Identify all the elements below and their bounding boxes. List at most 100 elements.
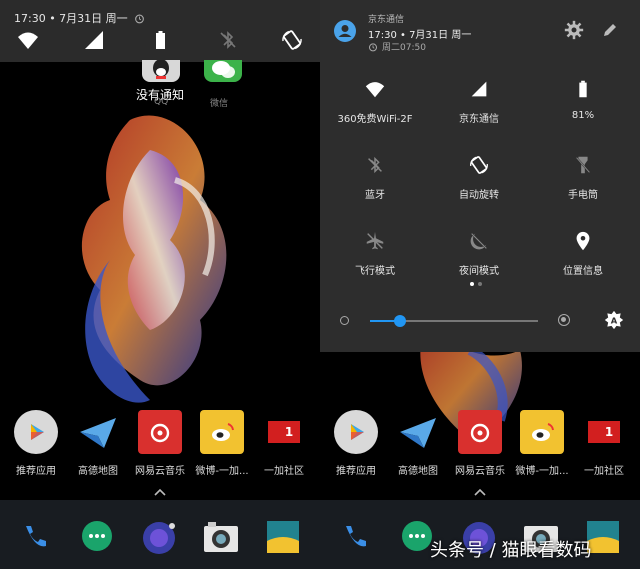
app-netease-music[interactable]: 网易云音乐 — [450, 410, 510, 477]
quick-settings-header: 京东通信 17:30 • 7月31日 周一 周二07:50 — [320, 0, 640, 60]
app-weibo[interactable]: 微博-一加... — [512, 410, 572, 477]
camera-icon[interactable] — [202, 518, 240, 556]
tile-auto-rotate[interactable]: 自动旋转 — [426, 154, 532, 214]
tile-flashlight[interactable]: 手电筒 — [530, 154, 636, 214]
app-oneplus-community[interactable]: 1 一加社区 — [574, 410, 634, 477]
home-screen-right: 推荐应用 高德地图 网易云音乐 微博-一加... 1 一加社区 京东通信 17:… — [320, 0, 640, 569]
tile-label: 京东通信 — [459, 114, 499, 125]
svg-text:A: A — [611, 315, 618, 325]
alarm-time: 周二07:50 — [382, 43, 426, 53]
status-bar-header: 17:30 • 7月31日 周一 — [0, 0, 320, 62]
wallpaper-swirl — [81, 115, 227, 403]
phone-icon[interactable] — [16, 518, 54, 556]
app-label: 推荐应用 — [336, 466, 376, 477]
location-icon — [576, 231, 590, 251]
flashlight-off-icon — [575, 156, 591, 174]
time-date-text: 17:30 • 7月31日 周一 — [14, 12, 128, 25]
gear-icon[interactable] — [564, 20, 584, 40]
app-oneplus-community[interactable]: 1 一加社区 — [254, 410, 314, 477]
tile-night-mode[interactable]: 夜间模式 — [426, 230, 532, 290]
app-recommended[interactable]: 推荐应用 — [6, 410, 66, 477]
oneplus-community-icon: 1 — [262, 410, 306, 454]
wifi-icon — [365, 82, 385, 98]
auto-rotate-icon — [470, 156, 488, 174]
tile-battery[interactable]: 81% — [530, 78, 636, 138]
wechat-app-icon[interactable] — [204, 60, 242, 82]
tile-label: 360免费WiFi-2F — [337, 114, 413, 125]
brightness-slider-thumb[interactable] — [394, 315, 407, 327]
app-label: 一加社区 — [264, 466, 304, 477]
alarm-icon — [369, 42, 377, 51]
recommended-apps-icon — [14, 410, 58, 454]
dock — [0, 500, 320, 569]
app-label: 微博-一加... — [195, 466, 249, 477]
app-weibo[interactable]: 微博-一加... — [192, 410, 252, 477]
tile-label: 自动旋转 — [459, 190, 499, 201]
tile-label: 81% — [571, 110, 595, 121]
signal-icon[interactable] — [82, 28, 106, 52]
tile-label: 手电筒 — [568, 190, 598, 201]
chevron-up-icon[interactable] — [153, 487, 167, 497]
tile-bluetooth[interactable]: 蓝牙 — [322, 154, 428, 214]
status-time-date: 17:30 • 7月31日 周一 — [14, 10, 145, 26]
quick-settings-panel: 京东通信 17:30 • 7月31日 周一 周二07:50 360免费WiFi-… — [320, 0, 640, 352]
tile-cellular[interactable]: 京东通信 — [426, 78, 532, 138]
auto-brightness-icon[interactable]: A — [604, 310, 624, 330]
bluetooth-off-icon — [368, 156, 382, 174]
community-badge: 1 — [604, 425, 614, 439]
community-badge: 1 — [284, 425, 294, 439]
app-recommended[interactable]: 推荐应用 — [326, 410, 386, 477]
tile-label: 飞行模式 — [355, 266, 395, 277]
auto-rotate-icon[interactable] — [280, 28, 304, 52]
weibo-icon — [520, 410, 564, 454]
watermark-text: 头条号 / 猫眼看数码 — [430, 540, 592, 561]
user-avatar[interactable] — [334, 20, 356, 42]
app-label: 网易云音乐 — [135, 466, 185, 477]
recommended-apps-icon — [334, 410, 378, 454]
qq-app-icon[interactable] — [142, 59, 180, 82]
phone-icon[interactable] — [336, 518, 374, 556]
chevron-up-icon[interactable] — [473, 487, 487, 497]
oneplus-community-icon: 1 — [582, 410, 626, 454]
app-label: 高德地图 — [78, 466, 118, 477]
app-netease-music[interactable]: 网易云音乐 — [130, 410, 190, 477]
qs-time-date: 17:30 • 7月31日 周一 — [368, 30, 472, 41]
app-label: 网易云音乐 — [455, 466, 505, 477]
tile-location[interactable]: 位置信息 — [530, 230, 636, 290]
app-amap[interactable]: 高德地图 — [68, 410, 128, 477]
signal-icon — [471, 81, 487, 97]
app-label: 推荐应用 — [16, 466, 56, 477]
battery-icon[interactable] — [148, 28, 172, 52]
person-icon — [338, 25, 352, 37]
bluetooth-off-icon[interactable] — [216, 28, 240, 52]
edit-pencil-icon[interactable] — [602, 22, 618, 38]
amap-icon — [396, 410, 440, 454]
app-row: 推荐应用 高德地图 网易云音乐 微博-一加... 1 一加社区 — [320, 410, 640, 480]
airplane-off-icon — [366, 231, 384, 250]
page-indicator — [470, 282, 490, 288]
app-row: 推荐应用 高德地图 网易云音乐 微博-一加... 1 一加社区 — [0, 410, 320, 480]
qq-label: QQ — [154, 97, 169, 107]
browser-icon[interactable] — [140, 518, 178, 556]
wifi-icon[interactable] — [16, 28, 40, 52]
netease-music-icon — [458, 410, 502, 454]
netease-music-icon — [138, 410, 182, 454]
brightness-low-icon — [340, 316, 349, 325]
app-label: 一加社区 — [584, 466, 624, 477]
messages-icon[interactable] — [78, 518, 116, 556]
brightness-slider[interactable] — [370, 315, 538, 327]
gallery-icon[interactable] — [264, 518, 302, 556]
night-mode-off-icon — [470, 232, 488, 250]
app-label: 高德地图 — [398, 466, 438, 477]
tile-label: 蓝牙 — [365, 190, 385, 201]
brightness-high-icon — [558, 314, 570, 326]
tile-label: 位置信息 — [563, 266, 603, 277]
tile-airplane[interactable]: 飞行模式 — [322, 230, 428, 290]
carrier-name: 京东通信 — [368, 15, 405, 25]
wechat-label: 微信 — [210, 99, 229, 109]
page-dot — [478, 282, 482, 286]
app-amap[interactable]: 高德地图 — [388, 410, 448, 477]
tile-wifi[interactable]: 360免费WiFi-2F — [322, 78, 428, 138]
home-screen-left: 17:30 • 7月31日 周一 没有通知 QQ 微信 推荐应用 高德地图 网易… — [0, 0, 320, 569]
next-alarm[interactable]: 周二07:50 — [368, 40, 426, 53]
